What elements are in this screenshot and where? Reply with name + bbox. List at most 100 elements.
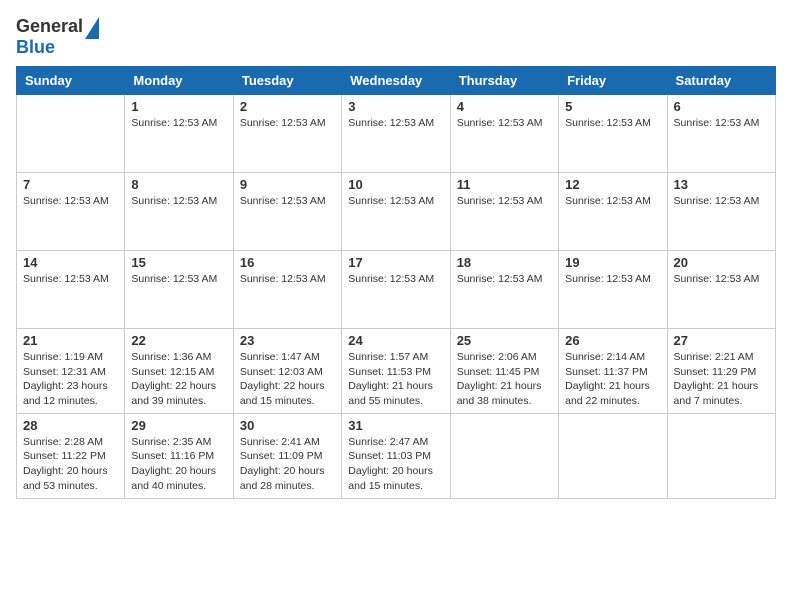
day-info: Sunrise: 12:53 AM [131, 194, 226, 209]
day-info: Sunrise: 1:57 AM Sunset: 11:53 PM Daylig… [348, 350, 443, 409]
calendar-cell: 29 Sunrise: 2:35 AM Sunset: 11:16 PM Dayl… [125, 413, 233, 498]
calendar-cell: 23 Sunrise: 1:47 AM Sunset: 12:03 AM Dayl… [233, 329, 341, 414]
day-number: 23 [240, 333, 335, 348]
calendar-cell: 1 Sunrise: 12:53 AM [125, 95, 233, 173]
calendar-cell: 13 Sunrise: 12:53 AM [667, 173, 775, 251]
logo: General Blue [16, 16, 99, 58]
calendar-cell: 21 Sunrise: 1:19 AM Sunset: 12:31 AM Dayl… [17, 329, 125, 414]
calendar-cell: 24 Sunrise: 1:57 AM Sunset: 11:53 PM Dayl… [342, 329, 450, 414]
day-number: 30 [240, 418, 335, 433]
calendar-cell: 28Sunrise: 2:28 AM Sunset: 11:22 PM Dayl… [17, 413, 125, 498]
calendar-cell: 15 Sunrise: 12:53 AM [125, 251, 233, 329]
day-number: 27 [674, 333, 769, 348]
logo-blue: Blue [16, 37, 55, 58]
day-info: Sunrise: 2:41 AM Sunset: 11:09 PM Daylig… [240, 435, 335, 494]
weekday-header-sunday: Sunday [17, 67, 125, 95]
day-info: Sunrise: 12:53 AM [674, 272, 769, 287]
day-info: Sunrise: 1:19 AM Sunset: 12:31 AM Daylig… [23, 350, 118, 409]
day-info: Sunrise: 12:53 AM [348, 272, 443, 287]
calendar-cell [667, 413, 775, 498]
day-number: 26 [565, 333, 660, 348]
day-number: 31 [348, 418, 443, 433]
day-info: Sunrise: 12:53 AM [131, 272, 226, 287]
day-info: Sunrise: 12:53 AM [565, 116, 660, 131]
day-info: Sunrise: 12:53 AM [674, 194, 769, 209]
header: General Blue [16, 16, 776, 58]
day-number: 12 [565, 177, 660, 192]
calendar-cell: 7Sunrise: 12:53 AM [17, 173, 125, 251]
calendar-cell [559, 413, 667, 498]
weekday-header-tuesday: Tuesday [233, 67, 341, 95]
day-info: Sunrise: 12:53 AM [674, 116, 769, 131]
day-number: 16 [240, 255, 335, 270]
day-number: 6 [674, 99, 769, 114]
day-number: 29 [131, 418, 226, 433]
day-info: Sunrise: 12:53 AM [457, 116, 552, 131]
calendar-cell [450, 413, 558, 498]
day-number: 3 [348, 99, 443, 114]
day-number: 22 [131, 333, 226, 348]
day-info: Sunrise: 1:47 AM Sunset: 12:03 AM Daylig… [240, 350, 335, 409]
weekday-header-saturday: Saturday [667, 67, 775, 95]
day-info: Sunrise: 12:53 AM [240, 272, 335, 287]
week-row-4: 21 Sunrise: 1:19 AM Sunset: 12:31 AM Dayl… [17, 329, 776, 414]
day-info: Sunrise: 12:53 AM [23, 194, 118, 209]
calendar-cell: 30 Sunrise: 2:41 AM Sunset: 11:09 PM Dayl… [233, 413, 341, 498]
day-number: 15 [131, 255, 226, 270]
day-number: 4 [457, 99, 552, 114]
calendar-cell: 18Sunrise: 12:53 AM [450, 251, 558, 329]
day-number: 25 [457, 333, 552, 348]
day-info: Sunrise: 12:53 AM [240, 116, 335, 131]
calendar-header-row: SundayMondayTuesdayWednesdayThursdayFrid… [17, 67, 776, 95]
day-number: 19 [565, 255, 660, 270]
calendar-cell: 20 Sunrise: 12:53 AM [667, 251, 775, 329]
weekday-header-wednesday: Wednesday [342, 67, 450, 95]
day-info: Sunrise: 1:36 AM Sunset: 12:15 AM Daylig… [131, 350, 226, 409]
day-info: Sunrise: 2:21 AM Sunset: 11:29 PM Daylig… [674, 350, 769, 409]
calendar-cell: 2 Sunrise: 12:53 AM [233, 95, 341, 173]
day-number: 21 [23, 333, 118, 348]
week-row-2: 7Sunrise: 12:53 AM8Sunrise: 12:53 AM9Sun… [17, 173, 776, 251]
day-info: Sunrise: 12:53 AM [240, 194, 335, 209]
day-number: 13 [674, 177, 769, 192]
day-info: Sunrise: 2:35 AM Sunset: 11:16 PM Daylig… [131, 435, 226, 494]
day-number: 5 [565, 99, 660, 114]
logo-triangle-icon [85, 17, 99, 39]
day-number: 14 [23, 255, 118, 270]
day-number: 17 [348, 255, 443, 270]
calendar-cell: 5 Sunrise: 12:53 AM [559, 95, 667, 173]
day-number: 18 [457, 255, 552, 270]
calendar-cell: 27 Sunrise: 2:21 AM Sunset: 11:29 PM Dayl… [667, 329, 775, 414]
week-row-5: 28Sunrise: 2:28 AM Sunset: 11:22 PM Dayl… [17, 413, 776, 498]
day-number: 20 [674, 255, 769, 270]
calendar-cell: 9Sunrise: 12:53 AM [233, 173, 341, 251]
weekday-header-monday: Monday [125, 67, 233, 95]
calendar-cell: 10Sunrise: 12:53 AM [342, 173, 450, 251]
day-number: 1 [131, 99, 226, 114]
calendar-cell: 26 Sunrise: 2:14 AM Sunset: 11:37 PM Dayl… [559, 329, 667, 414]
week-row-3: 14 Sunrise: 12:53 AM 15 Sunrise: 12:53 AM 16… [17, 251, 776, 329]
calendar-cell: 12Sunrise: 12:53 AM [559, 173, 667, 251]
weekday-header-thursday: Thursday [450, 67, 558, 95]
day-info: Sunrise: 12:53 AM [23, 272, 118, 287]
calendar-cell: 6 Sunrise: 12:53 AM [667, 95, 775, 173]
calendar-cell: 14 Sunrise: 12:53 AM [17, 251, 125, 329]
day-number: 10 [348, 177, 443, 192]
calendar-cell: 11Sunrise: 12:53 AM [450, 173, 558, 251]
day-info: Sunrise: 12:53 AM [565, 272, 660, 287]
calendar-cell: 3Sunrise: 12:53 AM [342, 95, 450, 173]
calendar-cell: 8Sunrise: 12:53 AM [125, 173, 233, 251]
calendar-cell: 31 Sunrise: 2:47 AM Sunset: 11:03 PM Dayl… [342, 413, 450, 498]
day-info: Sunrise: 2:28 AM Sunset: 11:22 PM Daylig… [23, 435, 118, 494]
calendar: SundayMondayTuesdayWednesdayThursdayFrid… [16, 66, 776, 499]
day-number: 24 [348, 333, 443, 348]
day-info: Sunrise: 2:14 AM Sunset: 11:37 PM Daylig… [565, 350, 660, 409]
logo-general: General [16, 16, 83, 37]
weekday-header-friday: Friday [559, 67, 667, 95]
calendar-cell: 19 Sunrise: 12:53 AM [559, 251, 667, 329]
calendar-cell: 4 Sunrise: 12:53 AM [450, 95, 558, 173]
day-info: Sunrise: 12:53 AM [131, 116, 226, 131]
calendar-cell: 22 Sunrise: 1:36 AM Sunset: 12:15 AM Dayl… [125, 329, 233, 414]
day-info: Sunrise: 2:47 AM Sunset: 11:03 PM Daylig… [348, 435, 443, 494]
day-number: 2 [240, 99, 335, 114]
